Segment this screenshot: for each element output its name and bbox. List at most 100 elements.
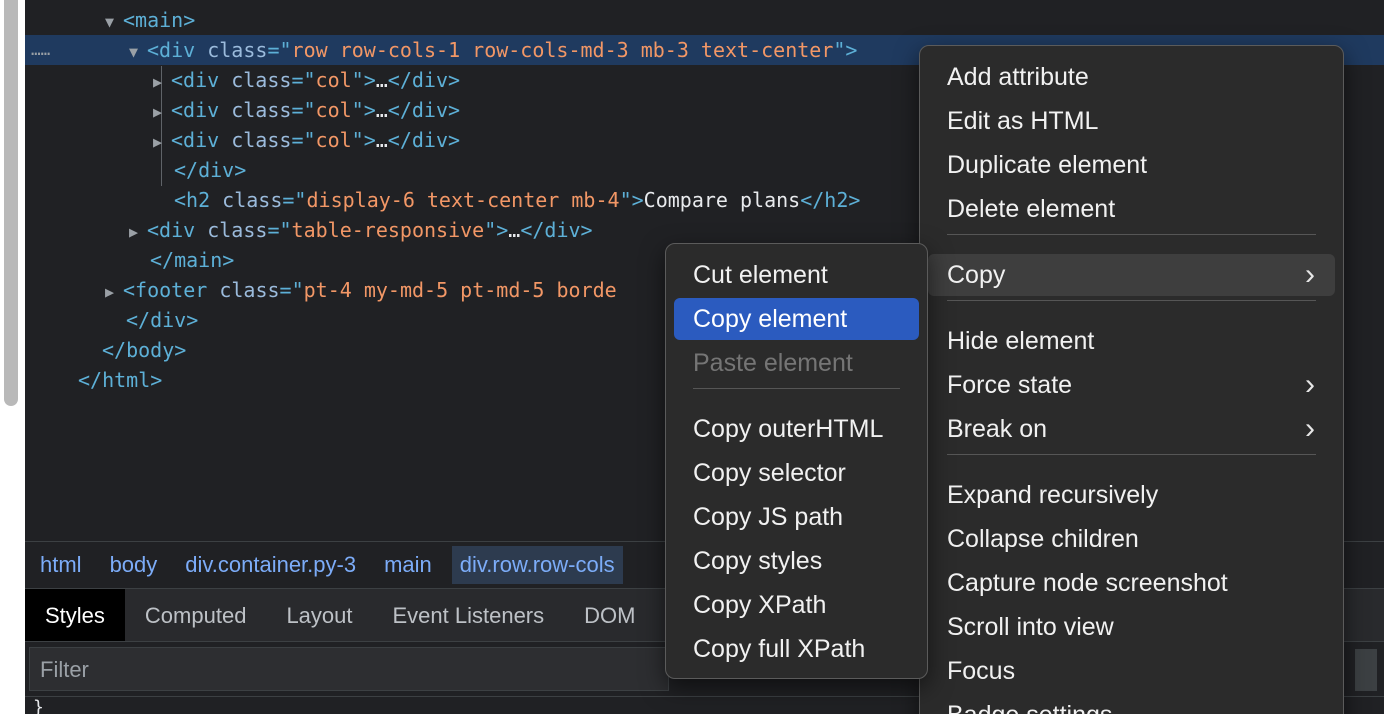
tab-event-listeners[interactable]: Event Listeners <box>373 589 565 641</box>
menu-item-label: Break on <box>947 415 1048 443</box>
code-token: col <box>315 98 352 122</box>
tab-dom[interactable]: DOM <box>564 589 655 641</box>
menu-item-copy-xpath[interactable]: Copy XPath <box>674 584 919 626</box>
breadcrumb-item[interactable]: html <box>40 552 82 578</box>
code-token: class <box>219 278 280 302</box>
menu-item-copy-full-xpath[interactable]: Copy full XPath <box>674 628 919 670</box>
menu-item-label: Copy JS path <box>693 503 844 531</box>
collapse-arrow-icon[interactable]: ▼ <box>129 37 147 67</box>
code-token: "> <box>351 128 376 152</box>
menu-item-label: Capture node screenshot <box>947 569 1228 597</box>
code-token: <div <box>147 218 208 242</box>
menu-item-edit-as-html[interactable]: Edit as HTML <box>928 100 1335 142</box>
dom-node-line[interactable]: ▼ <main> <box>25 5 1384 35</box>
menu-item-label: Delete element <box>947 195 1116 223</box>
menu-item-label: Collapse children <box>947 525 1139 553</box>
menu-item-copy-selector[interactable]: Copy selector <box>674 452 919 494</box>
code-token: "> <box>833 38 858 62</box>
menu-item-duplicate-element[interactable]: Duplicate element <box>928 144 1335 186</box>
code-token: "> <box>351 98 376 122</box>
menu-item-copy-element[interactable]: Copy element <box>674 298 919 340</box>
panel-button[interactable] <box>1355 649 1377 691</box>
tab-styles[interactable]: Styles <box>25 589 125 641</box>
collapse-arrow-icon[interactable]: ▼ <box>105 7 123 37</box>
code-token: <div <box>171 128 232 152</box>
code-token: <div <box>147 38 208 62</box>
expand-arrow-icon[interactable]: ▶ <box>153 97 171 127</box>
menu-item-label: Expand recursively <box>947 481 1159 509</box>
left-edge <box>0 0 25 714</box>
code-token: display-6 text-center mb-4 <box>306 188 620 212</box>
vertical-scrollbar[interactable] <box>4 0 18 406</box>
chevron-right-icon: › <box>1305 368 1315 401</box>
code-token: class <box>231 68 292 92</box>
expand-arrow-icon[interactable]: ▶ <box>129 217 147 247</box>
code-token: … <box>375 68 388 92</box>
tab-layout[interactable]: Layout <box>266 589 372 641</box>
menu-separator <box>947 234 1316 235</box>
menu-item-label: Copy <box>947 261 1006 289</box>
menu-item-delete-element[interactable]: Delete element <box>928 188 1335 230</box>
code-token: row row-cols-1 row-cols-md-3 mb-3 text-c… <box>291 38 834 62</box>
menu-item-copy-outerhtml[interactable]: Copy outerHTML <box>674 408 919 450</box>
menu-item-label: Copy full XPath <box>693 635 866 663</box>
code-token: Compare plans <box>643 188 801 212</box>
code-token: class <box>207 38 268 62</box>
menu-item-add-attribute[interactable]: Add attribute <box>928 56 1335 98</box>
menu-item-expand-recursively[interactable]: Expand recursively <box>928 474 1335 516</box>
code-token: "> <box>351 68 376 92</box>
menu-item-force-state[interactable]: Force state › <box>928 364 1335 406</box>
code-token: class <box>231 128 292 152</box>
menu-item-label: Copy XPath <box>693 591 827 619</box>
menu-item-focus[interactable]: Focus <box>928 650 1335 692</box>
menu-item-copy[interactable]: Copy › <box>928 254 1335 296</box>
menu-item-copy-styles[interactable]: Copy styles <box>674 540 919 582</box>
code-token: col <box>315 68 352 92</box>
menu-item-badge-settings[interactable]: Badge settings... <box>928 694 1335 714</box>
menu-item-hide-element[interactable]: Hide element <box>928 320 1335 362</box>
menu-separator <box>947 300 1316 301</box>
menu-item-capture-node-screenshot[interactable]: Capture node screenshot <box>928 562 1335 604</box>
code-token: =" <box>267 218 292 242</box>
menu-item-cut-element[interactable]: Cut element <box>674 254 919 296</box>
styles-rule-brace: } <box>33 697 44 714</box>
code-token: </div> <box>520 218 593 242</box>
menu-item-copy-js-path[interactable]: Copy JS path <box>674 496 919 538</box>
code-token: </main> <box>150 248 235 272</box>
tab-computed[interactable]: Computed <box>125 589 267 641</box>
menu-item-label: Copy selector <box>693 459 846 487</box>
breadcrumb-item[interactable]: div.container.py-3 <box>185 552 356 578</box>
node-actions-icon[interactable]: …… <box>31 35 50 65</box>
menu-item-label: Scroll into view <box>947 613 1114 641</box>
menu-item-break-on[interactable]: Break on › <box>928 408 1335 450</box>
chevron-right-icon: › <box>1305 258 1315 291</box>
code-token: <h2 <box>174 188 223 212</box>
menu-item-label: Hide element <box>947 327 1095 355</box>
menu-item-label: Force state <box>947 371 1073 399</box>
code-token: </h2> <box>800 188 861 212</box>
code-token: <main> <box>123 8 196 32</box>
code-token: … <box>508 218 521 242</box>
expand-arrow-icon[interactable]: ▶ <box>105 277 123 307</box>
menu-separator <box>693 388 900 389</box>
menu-item-label: Edit as HTML <box>947 107 1099 135</box>
code-token: class <box>231 98 292 122</box>
breadcrumb-item[interactable]: main <box>384 552 432 578</box>
code-token: =" <box>267 38 292 62</box>
menu-item-paste-element: Paste element <box>674 342 919 384</box>
code-token: class <box>222 188 283 212</box>
code-token: =" <box>282 188 307 212</box>
code-token: … <box>375 98 388 122</box>
chevron-right-icon: › <box>1305 412 1315 445</box>
expand-arrow-icon[interactable]: ▶ <box>153 67 171 97</box>
code-token: </body> <box>102 338 187 362</box>
code-token: col <box>315 128 352 152</box>
breadcrumb-item[interactable]: body <box>110 552 158 578</box>
filter-input[interactable]: Filter <box>29 647 669 691</box>
breadcrumb-item[interactable]: div.row.row-cols <box>451 545 623 584</box>
expand-arrow-icon[interactable]: ▶ <box>153 127 171 157</box>
code-token: <div <box>171 68 232 92</box>
menu-item-label: Paste element <box>693 349 853 377</box>
menu-item-collapse-children[interactable]: Collapse children <box>928 518 1335 560</box>
menu-item-scroll-into-view[interactable]: Scroll into view <box>928 606 1335 648</box>
